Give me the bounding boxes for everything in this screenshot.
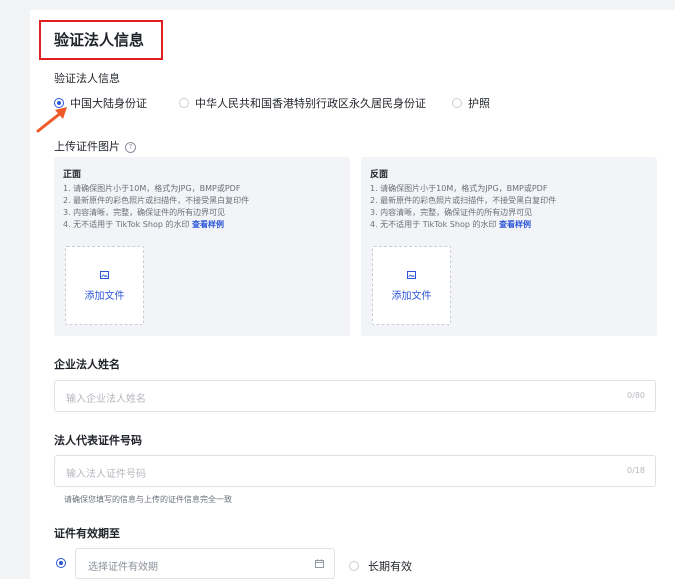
add-file-label: 添加文件 <box>391 291 432 302</box>
radio-long-term[interactable]: 长期有效 <box>349 558 412 574</box>
radio-label: 中国大陆身份证 <box>70 97 147 110</box>
id-number-label: 法人代表证件号码 <box>54 434 142 447</box>
back-panel-title: 反面 <box>370 170 389 180</box>
rule-line: 2. 最新原件的彩色照片或扫描件，不接受黑白复印件 <box>63 196 250 205</box>
back-upload-panel: 反面 1. 请确保图片小于10M，格式为JPG，BMP或PDF 2. 最新原件的… <box>361 157 657 336</box>
pointer-arrow-icon <box>36 107 67 133</box>
rule-line: 1. 请确保图片小于10M，格式为JPG，BMP或PDF <box>370 184 548 193</box>
back-rules: 1. 请确保图片小于10M，格式为JPG，BMP或PDF 2. 最新原件的彩色照… <box>370 183 556 231</box>
radio-circle[interactable] <box>349 561 359 571</box>
legal-name-counter: 0/80 <box>627 391 645 400</box>
rule-line: 3. 内容清晰，完整，确保证件的所有边界可见 <box>63 208 226 217</box>
front-upload-panel: 正面 1. 请确保图片小于10M，格式为JPG，BMP或PDF 2. 最新原件的… <box>54 157 350 336</box>
validity-label: 证件有效期至 <box>54 527 120 540</box>
radio-hk-id[interactable]: 中华人民共和国香港特别行政区永久居民身份证 <box>179 95 426 111</box>
image-icon <box>407 271 416 279</box>
radio-label: 护照 <box>468 97 490 110</box>
upload-label-text: 上传证件图片 <box>54 140 120 153</box>
rule-line: 4. 无不适用于 TikTok Shop 的水印 查看样例 <box>63 219 249 231</box>
section-title: 验证法人信息 <box>54 31 145 49</box>
legal-name-input[interactable]: 输入企业法人姓名 0/80 <box>54 380 656 412</box>
rule-line: 3. 内容清晰，完整，确保证件的所有边界可见 <box>370 208 533 217</box>
date-placeholder: 选择证件有效期 <box>88 562 158 573</box>
rule-text: 4. 无不适用于 TikTok Shop 的水印 <box>370 220 497 229</box>
id-type-radio-group: 中国大陆身份证 中华人民共和国香港特别行政区永久居民身份证 护照 <box>54 95 516 111</box>
radio-circle[interactable] <box>56 558 66 568</box>
front-panel-title: 正面 <box>63 170 82 180</box>
legal-name-placeholder: 输入企业法人姓名 <box>66 394 146 405</box>
legal-name-label: 企业法人姓名 <box>54 358 120 371</box>
radio-circle[interactable] <box>179 98 189 108</box>
radio-label: 中华人民共和国香港特别行政区永久居民身份证 <box>195 97 426 110</box>
rule-text: 4. 无不适用于 TikTok Shop 的水印 <box>63 220 190 229</box>
id-number-hint: 请确保您填写的信息与上传的证件信息完全一致 <box>64 495 232 504</box>
upload-label: 上传证件图片? <box>54 138 136 154</box>
rule-line: 1. 请确保图片小于10M，格式为JPG，BMP或PDF <box>63 184 241 193</box>
id-number-placeholder: 输入法人证件号码 <box>66 469 146 480</box>
rule-line: 4. 无不适用于 TikTok Shop 的水印 查看样例 <box>370 219 556 231</box>
id-number-input[interactable]: 输入法人证件号码 0/18 <box>54 455 656 487</box>
radio-passport[interactable]: 护照 <box>452 95 490 111</box>
radio-label: 长期有效 <box>368 560 412 573</box>
help-icon[interactable]: ? <box>125 141 136 153</box>
rule-line: 2. 最新原件的彩色照片或扫描件，不接受黑白复印件 <box>370 196 557 205</box>
add-file-label: 添加文件 <box>84 291 125 302</box>
front-rules: 1. 请确保图片小于10M，格式为JPG，BMP或PDF 2. 最新原件的彩色照… <box>63 183 249 231</box>
image-icon <box>100 271 109 279</box>
calendar-icon[interactable] <box>315 559 324 568</box>
validity-date-picker[interactable]: 选择证件有效期 <box>75 548 335 579</box>
id-number-counter: 0/18 <box>627 466 645 475</box>
view-example-link[interactable]: 查看样例 <box>192 220 224 229</box>
id-type-label: 验证法人信息 <box>54 72 120 85</box>
back-add-file-button[interactable]: 添加文件 <box>372 246 451 325</box>
front-add-file-button[interactable]: 添加文件 <box>65 246 144 325</box>
view-example-link[interactable]: 查看样例 <box>499 220 531 229</box>
radio-circle[interactable] <box>452 98 462 108</box>
radio-validity-date[interactable] <box>56 558 72 568</box>
